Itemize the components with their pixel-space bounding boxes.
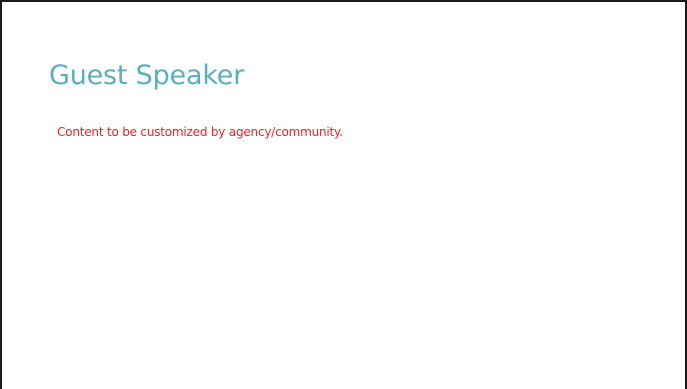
slide-title: Guest Speaker	[49, 60, 245, 91]
slide: Guest Speaker Content to be customized b…	[0, 0, 687, 389]
slide-body-text: Content to be customized by agency/commu…	[57, 125, 343, 139]
